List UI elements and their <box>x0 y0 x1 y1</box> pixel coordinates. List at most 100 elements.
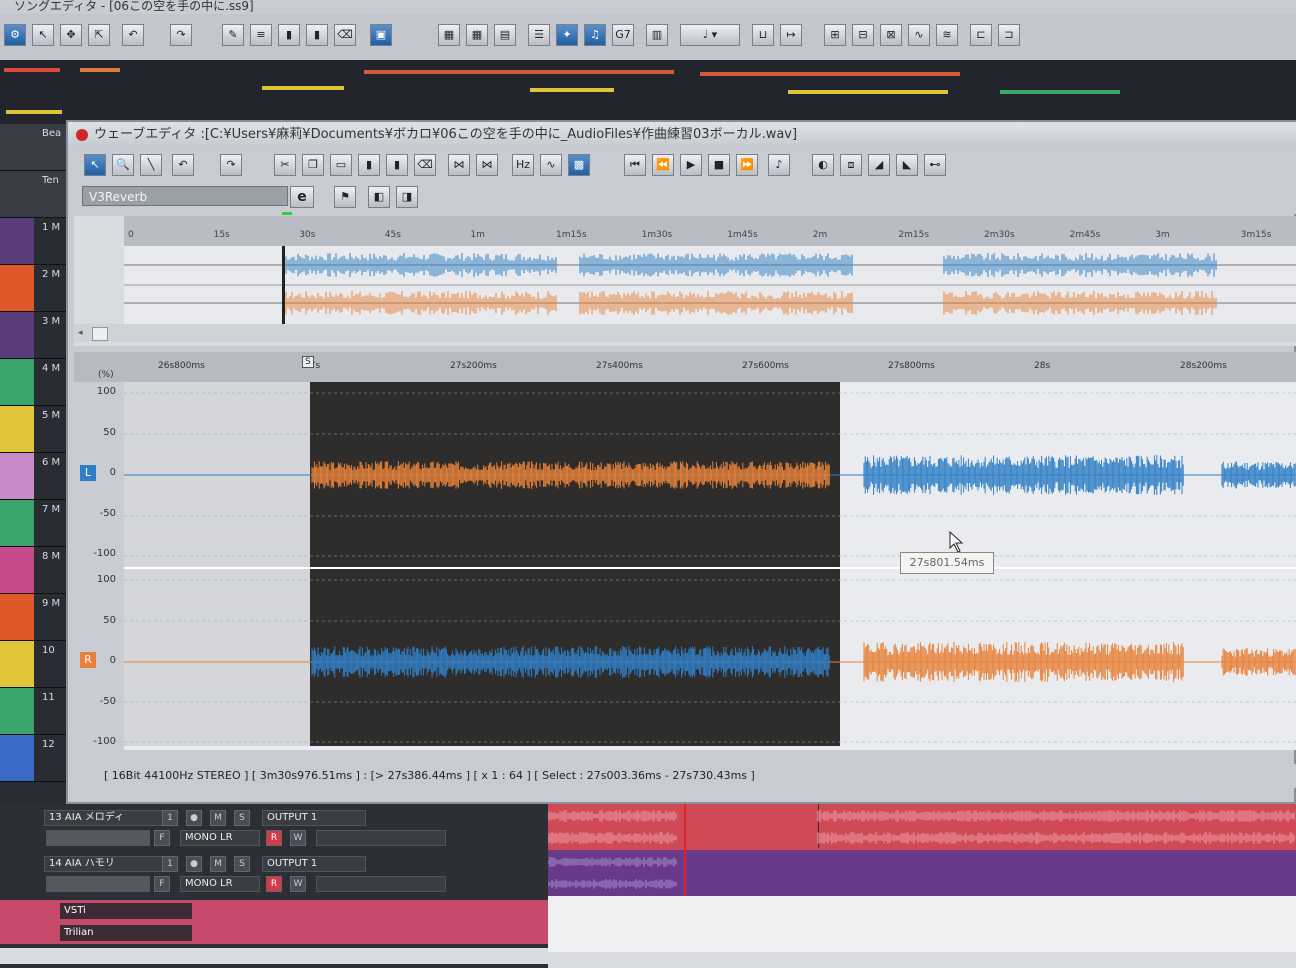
right-channel-button[interactable]: R <box>80 652 96 668</box>
clip[interactable] <box>4 68 60 72</box>
view-e-icon[interactable]: ≋ <box>936 24 958 46</box>
write-button[interactable]: W <box>290 876 306 892</box>
song-track-strip[interactable]: 2 M <box>0 265 68 312</box>
solo-button[interactable]: S <box>234 810 250 826</box>
song-track-strip[interactable]: 11 <box>0 688 68 735</box>
input-mode[interactable]: MONO LR <box>180 830 260 846</box>
snap-icon[interactable]: ⊔ <box>752 24 774 46</box>
mute-button[interactable]: M <box>210 810 226 826</box>
song-track-strip[interactable]: Bea <box>0 124 68 171</box>
pointer-tool-icon[interactable]: ↖ <box>84 154 106 176</box>
view-a-icon[interactable]: ⊞ <box>824 24 846 46</box>
pen-icon[interactable]: ✎ <box>222 24 244 46</box>
track-name[interactable]: 14 AIA ハモリ <box>44 856 174 872</box>
eraser-icon[interactable]: ⌫ <box>414 154 436 176</box>
overview-cursor[interactable] <box>282 246 285 324</box>
fade-in-icon[interactable]: ◢ <box>868 154 890 176</box>
record-arm-icon[interactable]: ● <box>186 856 202 872</box>
trilian-label[interactable]: Trilian <box>60 925 192 941</box>
undo-icon[interactable]: ↶ <box>122 24 144 46</box>
clip[interactable] <box>364 70 674 74</box>
pencil-tool-icon[interactable]: ╲ <box>140 154 162 176</box>
song-track-strip[interactable]: 9 M <box>0 594 68 641</box>
pointer-tool-icon[interactable]: ↖ <box>32 24 54 46</box>
fast-forward-icon[interactable]: ⏩ <box>736 154 758 176</box>
cut-icon[interactable]: ✂ <box>274 154 296 176</box>
song-track-strip[interactable]: 5 M <box>0 406 68 453</box>
clip[interactable] <box>80 68 120 72</box>
scroll-left-icon[interactable]: ◂ <box>78 328 83 338</box>
selection-start-marker[interactable]: S <box>302 356 314 368</box>
crossfade-icon[interactable]: ⊷ <box>924 154 946 176</box>
mixer-icon[interactable]: ☰ <box>528 24 550 46</box>
play-icon[interactable]: ▶ <box>680 154 702 176</box>
list-icon[interactable]: ▥ <box>646 24 668 46</box>
volume-slider[interactable] <box>46 876 150 892</box>
freeze-button[interactable]: F <box>154 876 170 892</box>
rewind-icon[interactable]: ⏪ <box>652 154 674 176</box>
stop-icon[interactable]: ■ <box>708 154 730 176</box>
automation-select[interactable] <box>316 830 446 846</box>
output-select[interactable]: OUTPUT 1 <box>262 810 366 826</box>
window-icon[interactable]: ▣ <box>370 24 392 46</box>
goto-start-icon[interactable]: ⏮ <box>624 154 646 176</box>
input-mode[interactable]: MONO LR <box>180 876 260 892</box>
song-track-strip[interactable]: 8 M <box>0 547 68 594</box>
reverse-icon[interactable]: ⋈ <box>448 154 470 176</box>
lane-scrollbar[interactable] <box>548 952 1296 968</box>
song-track-strip[interactable]: Ten <box>0 171 68 218</box>
insert-icon[interactable]: ▮ <box>358 154 380 176</box>
clip[interactable] <box>1000 90 1120 94</box>
clip[interactable] <box>262 86 344 90</box>
grid2-icon[interactable]: ▦ <box>466 24 488 46</box>
solo-button[interactable]: S <box>234 856 250 872</box>
read-button[interactable]: R <box>266 876 282 892</box>
freeze-button[interactable]: F <box>154 830 170 846</box>
effect-icon[interactable]: ◐ <box>812 154 834 176</box>
view-icon[interactable]: ▤ <box>494 24 516 46</box>
track-name[interactable]: 13 AIA メロディ <box>44 810 174 826</box>
split-icon[interactable]: ≡ <box>250 24 272 46</box>
view-f-icon[interactable]: ⊏ <box>970 24 992 46</box>
clip[interactable] <box>530 88 614 92</box>
normalize-icon[interactable]: ⋈ <box>476 154 498 176</box>
paste-icon[interactable]: ▭ <box>330 154 352 176</box>
song-track-strip[interactable]: 4 M <box>0 359 68 406</box>
write-button[interactable]: W <box>290 830 306 846</box>
clip[interactable] <box>700 72 960 76</box>
song-track-strip[interactable]: 12 <box>0 735 68 782</box>
samplerate-icon[interactable]: Hz <box>512 154 534 176</box>
g7-icon[interactable]: G7 <box>612 24 634 46</box>
grid-icon[interactable]: ▦ <box>438 24 460 46</box>
song-track-strip[interactable]: 3 M <box>0 312 68 359</box>
left-channel-button[interactable]: L <box>80 465 96 481</box>
view-d-icon[interactable]: ∿ <box>908 24 930 46</box>
zoom-tool-icon[interactable]: 🔍 <box>112 154 134 176</box>
overview-scrollbar[interactable]: ◂ <box>74 324 1296 342</box>
clip[interactable] <box>788 90 948 94</box>
copy-icon[interactable]: ❐ <box>302 154 324 176</box>
automation-select[interactable] <box>316 876 446 892</box>
read-button[interactable]: R <box>266 830 282 846</box>
waveform-icon[interactable]: ∿ <box>540 154 562 176</box>
marker-prev-icon[interactable]: ◧ <box>368 186 390 208</box>
range-tool-icon[interactable]: ⇱ <box>88 24 110 46</box>
select-tool-icon[interactable]: ✥ <box>60 24 82 46</box>
horizontal-scrollbar[interactable] <box>0 948 548 964</box>
eraser-icon[interactable]: ⌫ <box>334 24 356 46</box>
redo-icon[interactable]: ↷ <box>220 154 242 176</box>
settings-icon[interactable]: ⚙ <box>4 24 26 46</box>
view-g-icon[interactable]: ⊐ <box>998 24 1020 46</box>
mute-button[interactable]: M <box>210 856 226 872</box>
song-track-strip[interactable]: 10 <box>0 641 68 688</box>
chord-icon[interactable]: ♫ <box>584 24 606 46</box>
redo-icon[interactable]: ↷ <box>170 24 192 46</box>
undo-icon[interactable]: ↶ <box>172 154 194 176</box>
flag-icon[interactable]: ⚑ <box>334 186 356 208</box>
detail-waveform[interactable] <box>124 382 1296 750</box>
output-select[interactable]: OUTPUT 1 <box>262 856 366 872</box>
marker-icon[interactable]: ▮ <box>278 24 300 46</box>
note-icon[interactable]: ♪ <box>768 154 790 176</box>
clip[interactable] <box>6 110 62 114</box>
marker2-icon[interactable]: ▮ <box>306 24 328 46</box>
